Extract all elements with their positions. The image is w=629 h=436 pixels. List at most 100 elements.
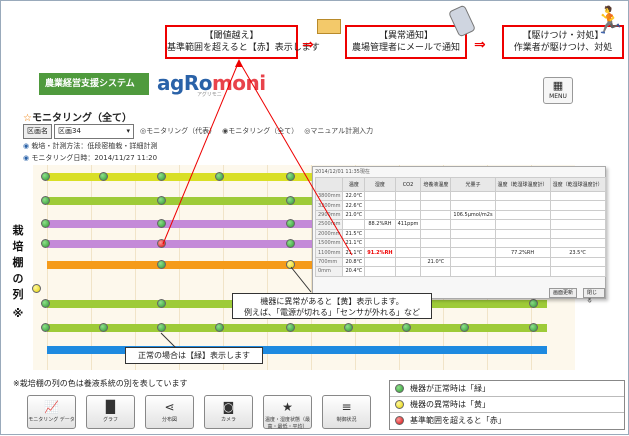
table-cell [450, 228, 496, 239]
table-row: 3200mm 22.6℃ [314, 200, 606, 211]
sensor-status-yellow[interactable] [286, 260, 295, 269]
sensor-status-green[interactable] [157, 260, 166, 269]
sensor-status-green[interactable] [157, 196, 166, 205]
flow-threshold-box: 【閾値越え】 基準範囲を超えると【赤】表示します [165, 25, 320, 59]
table-cell [549, 190, 606, 202]
table-cell [394, 209, 422, 221]
shelf-row-bar[interactable] [47, 346, 547, 354]
legend-text: 機器が正常時は「緑」 [410, 384, 490, 393]
area-select[interactable]: 区画34 ▾ [54, 124, 134, 139]
sensor-status-green[interactable] [41, 239, 50, 248]
toolbar-button-1[interactable]: 📈 モニタリング データ [27, 395, 76, 429]
sensor-status-green[interactable] [99, 172, 108, 181]
sensor-status-green[interactable] [402, 323, 411, 332]
sensor-status-green[interactable] [460, 323, 469, 332]
sensor-status-green[interactable] [157, 219, 166, 228]
sensor-status-yellow[interactable] [32, 284, 41, 293]
table-cell: 0mm [314, 266, 344, 277]
shelf-row-bar[interactable] [47, 324, 547, 332]
table-header-row: 温度 湿度 CO2 培養液温度 光量子 温度（乾湿球温度計） 湿度（乾湿球温度計） [314, 177, 606, 192]
sensor-status-green[interactable] [157, 323, 166, 332]
sensor-status-green[interactable] [157, 172, 166, 181]
sensor-status-green[interactable] [529, 323, 538, 332]
area-select-value: 区画34 [58, 127, 81, 135]
table-header-cell: 培養液温度 [420, 177, 452, 192]
table-cell [394, 256, 422, 268]
sensor-status-green[interactable] [41, 172, 50, 181]
sensor-status-green[interactable] [99, 323, 108, 332]
table-cell [364, 256, 396, 268]
share-icon: ⋖ [164, 400, 175, 414]
table-cell [394, 190, 422, 202]
sensor-status-red[interactable] [157, 239, 166, 248]
table-cell: 21.5℃ [342, 228, 366, 239]
table-cell [364, 228, 396, 239]
page-title: ☆モニタリング（全て） [23, 109, 132, 124]
table-cell [364, 209, 396, 221]
sensor-status-green[interactable] [41, 219, 50, 228]
sensor-status-green[interactable] [157, 299, 166, 308]
menu-button[interactable]: ▦ MENU [543, 77, 573, 104]
camera-icon: ◙ [222, 400, 235, 414]
table-cell [549, 209, 606, 221]
table-row: 2000mm 21.5℃ [314, 228, 606, 239]
row-label-char: 培 [12, 240, 24, 253]
sensor-status-green[interactable] [286, 323, 295, 332]
sensor-status-green[interactable] [41, 299, 50, 308]
toolbar-button-3[interactable]: ⋖ 分布図 [145, 395, 194, 429]
flow-respond-text: 作業者が駆けつけ、対処 [513, 43, 613, 53]
table-cell [549, 219, 606, 230]
table-header-cell: 湿度 [364, 177, 396, 192]
control-icon: ≡ [341, 400, 352, 414]
radio-monitor-representative[interactable]: ◎モニタリング（代表） [140, 127, 216, 135]
table-cell: 88.2%RH [364, 219, 396, 230]
toolbar-label: 分布図 [161, 417, 177, 423]
datetime-text: モニタリング日時：2014/11/27 11:20 [31, 154, 158, 162]
toolbar-button-6[interactable]: ≡ 制御状況 [322, 395, 371, 429]
chart-line-icon: 📈 [44, 400, 59, 414]
sensor-status-green[interactable] [215, 323, 224, 332]
sensor-status-green[interactable] [529, 299, 538, 308]
refresh-button[interactable]: 画面更新 [549, 288, 578, 298]
table-header-cell: 光量子 [450, 177, 496, 192]
table-header-cell: 温度（乾湿球温度計） [494, 177, 551, 192]
sensor-status-green[interactable] [286, 196, 295, 205]
callout-normal: 正常の場合は【緑】表示します [125, 347, 263, 364]
sensor-status-green[interactable] [286, 219, 295, 228]
table-cell: 21.0℃ [420, 256, 452, 268]
legend-red-dot-icon [395, 416, 404, 425]
control-row: 区画名 区画34 ▾ ◎モニタリング（代表） ◉モニタリング（全て） ◎マニュアル計測入… [23, 124, 379, 139]
sensor-status-green[interactable] [286, 239, 295, 248]
toolbar-button-5[interactable]: ★ 温度・湿度状態（最高・最低・平均） [263, 395, 312, 430]
sensor-status-green[interactable] [286, 172, 295, 181]
toolbar-label: 温度・湿度状態（最高・最低・平均） [264, 417, 310, 430]
sensor-status-green[interactable] [344, 323, 353, 332]
close-button[interactable]: 閉じる [583, 288, 605, 304]
bar-chart-icon: ▐▌ [101, 400, 120, 414]
table-cell [494, 266, 551, 277]
radio-monitor-all[interactable]: ◉モニタリング（全て） [222, 127, 298, 135]
table-cell [420, 266, 452, 277]
flow-arrow-icon: ⇒ [474, 37, 486, 53]
sensor-status-green[interactable] [41, 323, 50, 332]
table-header-cell: CO2 [394, 177, 422, 192]
table-cell: 106.5μmol/m2s [450, 209, 496, 221]
table-cell: 2000mm [314, 228, 344, 239]
table-cell [420, 190, 452, 202]
toolbar-button-2[interactable]: ▐▌ グラフ [86, 395, 135, 429]
radio-manual-input[interactable]: ◎マニュアル計測入力 [304, 127, 373, 135]
app-header: 農業経営支援システム agRomoni アグリモニ [39, 69, 589, 99]
table-cell [494, 209, 551, 221]
slide-frame: 【閾値越え】 基準範囲を超えると【赤】表示します ⇒ 【異常通知】 農場管理者に… [0, 0, 629, 435]
table-cell [450, 247, 496, 258]
table-cell: 20.4℃ [342, 266, 366, 277]
sensor-status-green[interactable] [41, 196, 50, 205]
table-cell [420, 200, 452, 211]
toolbar-button-4[interactable]: ◙ カメラ [204, 395, 253, 429]
sensor-status-green[interactable] [215, 172, 224, 181]
table-row: 0mm 20.4℃ [314, 266, 606, 277]
table-cell: 22.6℃ [342, 200, 366, 211]
table-cell [364, 266, 396, 277]
table-cell [494, 237, 551, 249]
legend-yellow-dot-icon [395, 400, 404, 409]
